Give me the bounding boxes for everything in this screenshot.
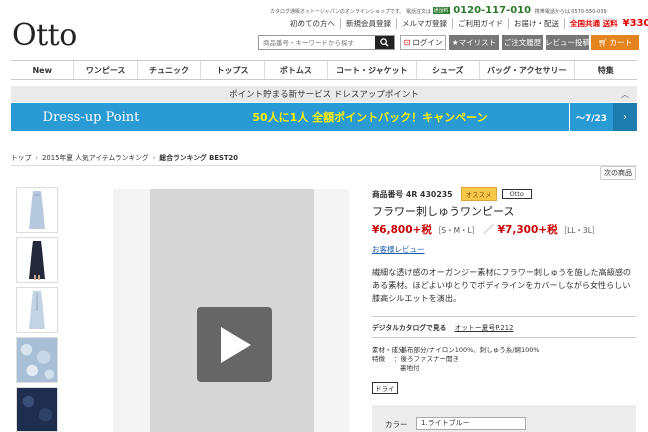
link-guide[interactable]: ご利用ガイド <box>452 18 508 29</box>
size-2: ［LL・3L］ <box>559 226 600 235</box>
recommend-badge: オススメ <box>460 187 497 201</box>
thumbnail-2[interactable] <box>16 237 58 283</box>
banner-main-text: 50人に1人 全額ポイントバック！キャンペーン <box>252 111 488 124</box>
nav-coat-jacket[interactable]: コート・ジャケット <box>327 61 415 79</box>
thumbnail-1[interactable] <box>16 187 58 233</box>
banner-date: ～7/23 <box>569 103 613 131</box>
color-selector-box: カラー 1.ライトブルー <box>372 405 636 432</box>
mobile-label: 携帯電話からは <box>534 9 570 15</box>
phone-number: 0120-117-010 <box>453 5 532 16</box>
cart-button[interactable]: 🛒︎ カート <box>591 35 639 50</box>
next-item-button[interactable]: 次の商品 <box>600 166 636 180</box>
free-shipping-label: 全国共通 送料 <box>564 18 623 29</box>
nav-bag-accessory[interactable]: バッグ・アクセサリー <box>478 61 574 79</box>
nav-onepiece[interactable]: ワンピース <box>73 61 136 79</box>
otto-logo[interactable]: Otto <box>12 18 77 53</box>
tagline: カタログ通販オットージャパンのオンラインショップです。 電話注文は <box>270 9 431 15</box>
link-delivery[interactable]: お届け・配送 <box>508 18 564 29</box>
breadcrumb-ranking[interactable]: 2015年夏 人気アイテムランキング <box>42 154 149 162</box>
care-badge: ドライ <box>372 382 398 394</box>
color-label: カラー <box>385 420 408 429</box>
dress-light-icon <box>29 191 45 229</box>
nav-tops[interactable]: トップス <box>200 61 263 79</box>
points-strip-text: ポイント貯まる新サービス ドレスアップポイント <box>229 90 419 100</box>
search-icon <box>380 38 389 47</box>
digital-catalog-row: デジタルカタログで見る オットー夏号P.212 <box>372 316 636 338</box>
catalog-link[interactable]: オットー夏号P.212 <box>454 322 513 332</box>
thumbnail-4[interactable] <box>16 337 58 383</box>
color-select[interactable]: 1.ライトブルー <box>416 417 526 430</box>
login-icon: ⊡ <box>403 38 411 47</box>
play-button[interactable] <box>197 307 272 382</box>
product-name: フラワー刺しゅうワンピース <box>372 205 515 218</box>
thumbnail-5[interactable] <box>16 387 58 432</box>
fabric-detail-icon <box>17 338 57 382</box>
play-icon <box>220 326 251 363</box>
thumbnail-3[interactable] <box>16 287 58 333</box>
link-newsletter[interactable]: メルマガ登録 <box>396 18 452 29</box>
brand-badge: Otto <box>501 189 532 199</box>
category-nav: New ワンピース チュニック トップス ボトムス コート・ジャケット シューズ… <box>11 60 637 80</box>
catalog-label: デジタルカタログで見る <box>372 324 447 332</box>
link-register[interactable]: 新規会員登録 <box>340 18 396 29</box>
search-input[interactable] <box>259 36 377 49</box>
size-1: ［S・M・L］ <box>433 226 480 235</box>
nav-tunic[interactable]: チュニック <box>136 61 200 79</box>
cart-icon: 🛒︎ <box>597 38 608 47</box>
product-code: 商品番号 4R 430235 <box>372 189 453 199</box>
login-button[interactable]: ⊡ ログイン <box>400 35 446 50</box>
link-first-time[interactable]: 初めての方へ <box>290 18 340 29</box>
nav-feature[interactable]: 特集 <box>573 61 637 79</box>
login-label: ログイン <box>412 38 443 47</box>
mobile-number: 0570-550-039 <box>571 9 607 15</box>
cart-label: カート <box>609 38 633 47</box>
product-price: ¥6,800+税 ［S・M・L］ ／ ¥7,300+税 ［LL・3L］ <box>372 224 600 236</box>
campaign-banner[interactable]: Dress-up Point 50人に1人 全額ポイントバック！キャンペーン ～… <box>11 103 637 131</box>
shipping-price: ¥330+税 <box>622 18 648 29</box>
breadcrumb-current: 総合ランキング BEST20 <box>159 154 238 162</box>
product-description: 繊細な透け感のオーガンジー素材にフラワー刺しゅうを施した高級感のある素材。ほどよ… <box>372 267 632 303</box>
dress-navy-icon <box>29 241 45 280</box>
product-code-row: 商品番号 4R 430235 オススメ Otto <box>372 187 532 201</box>
chevron-up-icon: ︿ <box>621 90 629 99</box>
chevron-right-icon[interactable]: › <box>613 103 637 131</box>
feature-label: 特徴 <box>372 355 385 363</box>
dress-light-back-icon <box>29 291 45 329</box>
feature-value-2: 裏地付 <box>400 364 420 372</box>
header-contact: カタログ通販オットージャパンのオンラインショップです。 電話注文は 通話料 01… <box>270 5 607 16</box>
spec-feature-2: 裏地付 <box>394 364 420 374</box>
nav-bottoms[interactable]: ボトムス <box>263 61 327 79</box>
breadcrumb: トップ › 2015年夏 人気アイテムランキング › 総合ランキング BEST20 <box>11 154 238 162</box>
divider <box>11 165 637 166</box>
search-button[interactable] <box>375 36 394 49</box>
banner-title: Dress-up Point <box>42 109 140 125</box>
price-1: ¥6,800+税 <box>372 224 432 236</box>
search-box <box>258 35 395 50</box>
phone-badge: 通話料 <box>432 7 450 14</box>
nav-new[interactable]: New <box>11 61 73 79</box>
customer-review-link[interactable]: お客様レビュー <box>372 244 425 255</box>
review-post-button[interactable]: レビュー投稿 <box>545 35 590 50</box>
breadcrumb-top[interactable]: トップ <box>11 154 31 162</box>
header-links: 初めての方へ 新規会員登録 メルマガ登録 ご利用ガイド お届け・配送 全国共通 … <box>290 18 648 29</box>
fabric-navy-icon <box>17 388 57 431</box>
price-2: ¥7,300+税 <box>497 224 558 236</box>
mylist-button[interactable]: ★マイリスト <box>449 35 499 50</box>
points-strip[interactable]: ポイント貯まる新サービス ドレスアップポイント ︿ <box>11 86 637 102</box>
order-history-button[interactable]: ご注文履歴 <box>502 35 543 50</box>
nav-shoes[interactable]: シューズ <box>415 61 479 79</box>
